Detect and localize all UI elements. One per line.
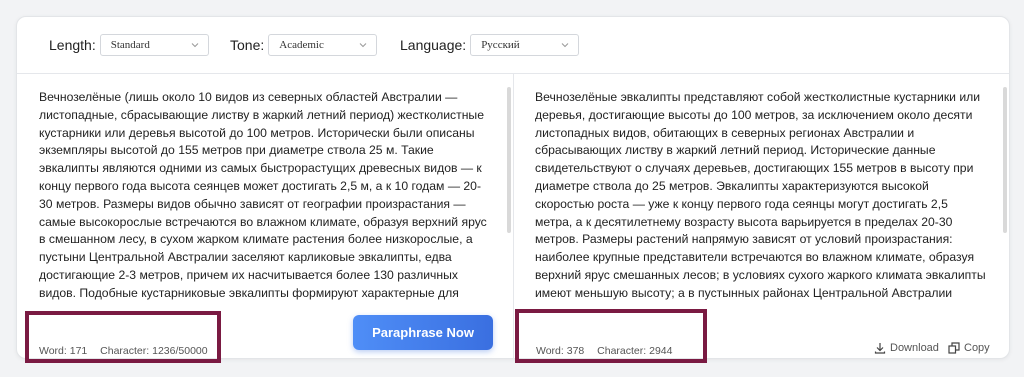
output-stats-highlight xyxy=(515,309,707,363)
output-text: Вечнозелёные эвкалипты представляют собо… xyxy=(535,90,986,300)
input-stats-highlight xyxy=(25,311,221,363)
copy-icon xyxy=(948,342,960,354)
chevron-down-icon xyxy=(191,43,199,48)
tone-label: Tone: xyxy=(230,37,265,53)
length-select[interactable]: Standard xyxy=(99,34,209,56)
tone-select[interactable]: Academic xyxy=(268,34,378,56)
tone-value: Academic xyxy=(279,39,324,51)
language-select[interactable]: Русский xyxy=(470,34,580,56)
output-scrollbar[interactable] xyxy=(1003,87,1007,233)
chevron-down-icon xyxy=(359,43,367,48)
chevron-down-icon xyxy=(561,43,569,48)
language-value: Русский xyxy=(481,39,520,51)
copy-button[interactable]: Copy xyxy=(948,342,990,354)
paraphrase-card: Length: Standard Tone: Academic Language… xyxy=(16,16,1010,359)
length-value: Standard xyxy=(110,39,150,51)
download-button[interactable]: Download xyxy=(874,342,939,354)
length-control: Length: Standard xyxy=(49,34,209,56)
length-label: Length: xyxy=(49,37,96,53)
language-control: Language: Русский xyxy=(400,34,580,56)
download-label: Download xyxy=(890,342,939,354)
paraphrase-now-button[interactable]: Paraphrase Now xyxy=(353,315,493,350)
input-scrollbar[interactable] xyxy=(507,87,511,233)
tone-control: Tone: Academic xyxy=(230,34,378,56)
download-icon xyxy=(874,343,886,354)
language-label: Language: xyxy=(400,37,467,53)
options-toolbar: Length: Standard Tone: Academic Language… xyxy=(17,17,1009,74)
copy-label: Copy xyxy=(964,342,990,354)
input-textarea[interactable]: Вечнозелёные (лишь около 10 видов из сев… xyxy=(39,89,491,303)
